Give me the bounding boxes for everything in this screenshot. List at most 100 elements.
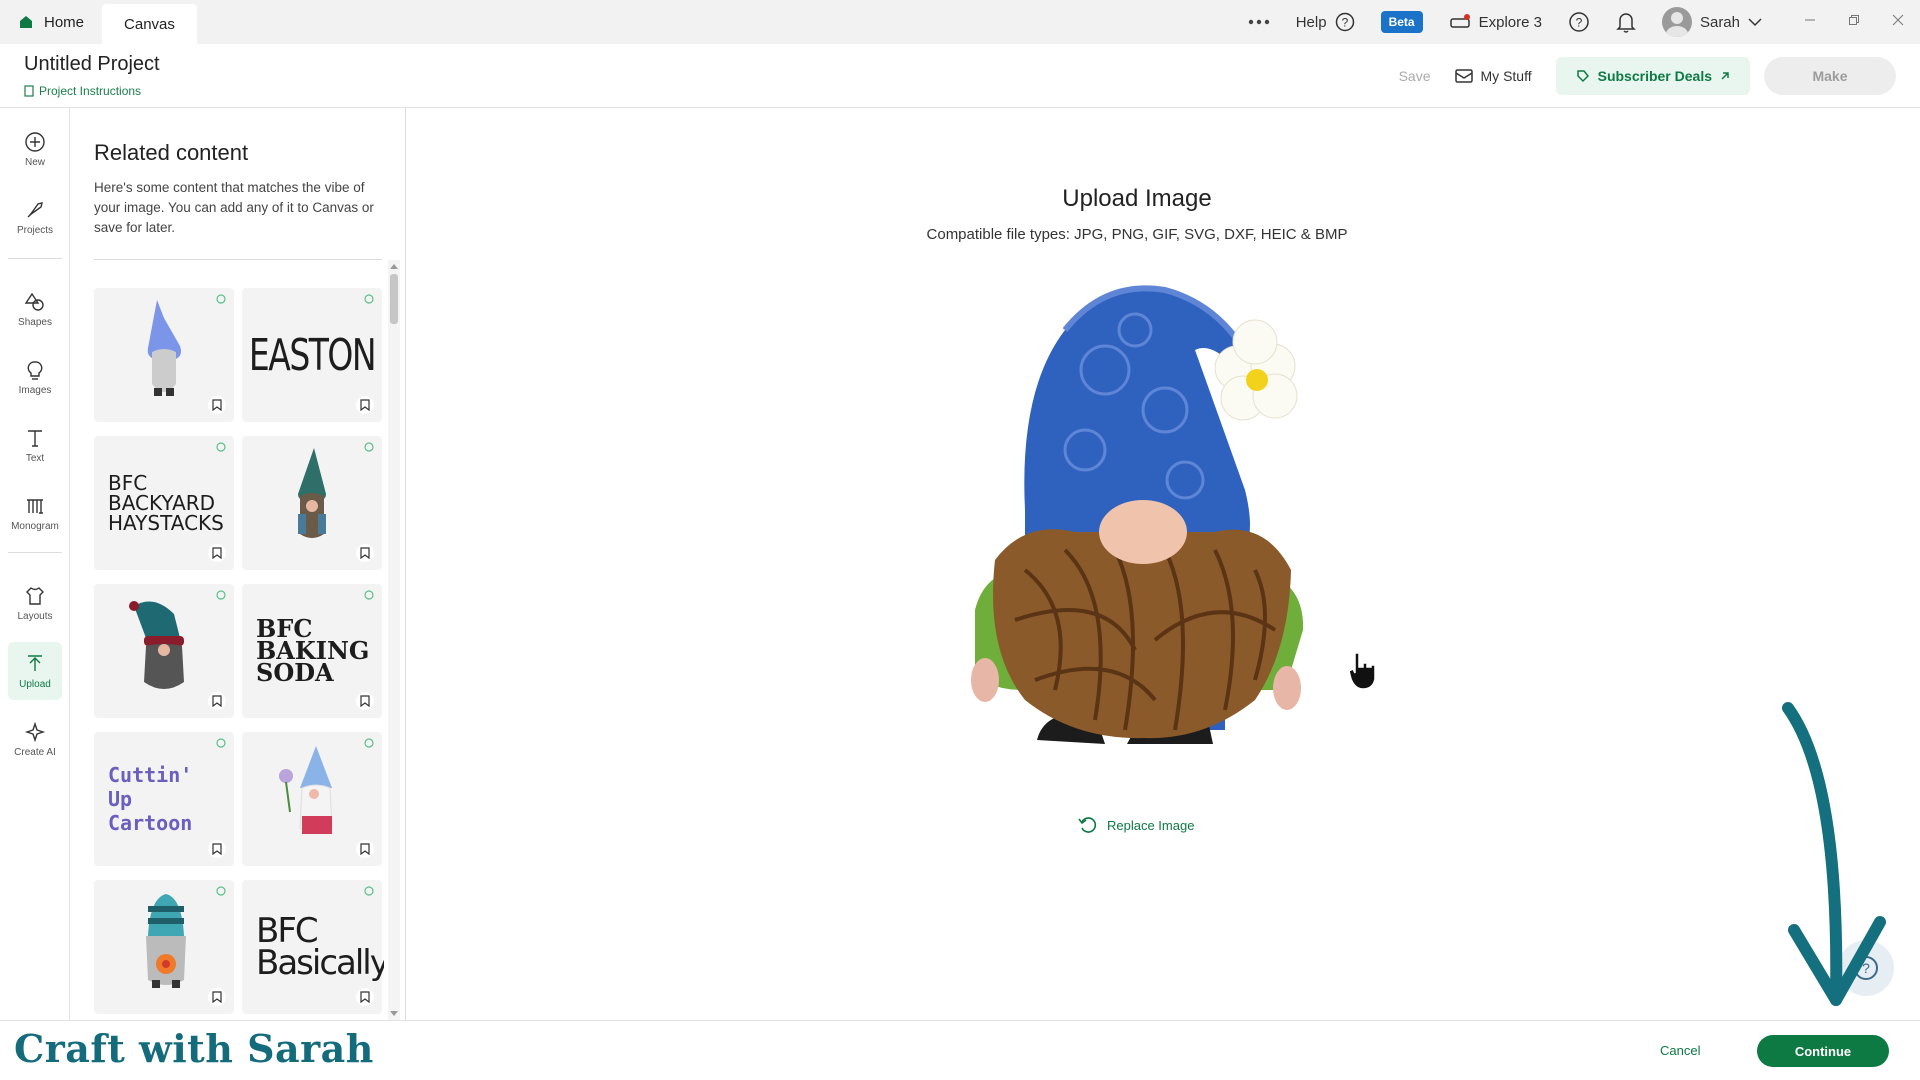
rail-monogram[interactable]: Monogram — [0, 484, 70, 542]
bookmark-button[interactable] — [208, 396, 226, 414]
related-content-panel: Related content Here's some content that… — [70, 108, 406, 1020]
subscriber-lock-icon — [364, 738, 374, 748]
bookmark-icon — [360, 547, 370, 559]
svg-text:?: ? — [1576, 16, 1583, 30]
user-menu[interactable]: Sarah — [1661, 7, 1762, 37]
my-stuff-label: My Stuff — [1480, 68, 1532, 84]
rail-text-label: Text — [25, 452, 45, 464]
machine-icon — [1449, 14, 1470, 28]
related-card-font-backyard-haystacks[interactable]: BFC BACKYARD HAYSTACKS — [94, 436, 234, 570]
bookmark-icon — [212, 843, 222, 855]
question-bubble-icon: ? — [1569, 12, 1589, 32]
rail-text[interactable]: Text — [0, 416, 70, 474]
cancel-button[interactable]: Cancel — [1660, 1043, 1700, 1058]
bookmark-button[interactable] — [356, 544, 374, 562]
refresh-icon — [1078, 817, 1097, 833]
rail-upload[interactable]: Upload — [8, 642, 62, 700]
external-arrow-icon — [1721, 72, 1729, 80]
svg-text:?: ? — [1341, 16, 1348, 30]
bookmark-icon — [360, 843, 370, 855]
support-button[interactable]: ? — [1568, 11, 1590, 33]
related-card-teal-gnome[interactable] — [242, 436, 382, 570]
tab-canvas[interactable]: Canvas — [102, 4, 197, 44]
make-button[interactable]: Make — [1764, 57, 1896, 95]
related-card-red-hat-gnome[interactable] — [94, 584, 234, 718]
monogram-icon — [27, 498, 43, 514]
continue-button[interactable]: Continue — [1757, 1035, 1889, 1067]
hand-pointer-icon — [1348, 652, 1376, 690]
related-card-blue-gnome[interactable] — [94, 288, 234, 422]
rail-projects-label: Projects — [16, 224, 54, 236]
minimize-icon — [1805, 19, 1815, 21]
shapes-icon — [24, 292, 44, 311]
panel-scrollbar[interactable] — [388, 260, 400, 1020]
project-instructions-link[interactable]: Project Instructions — [24, 84, 141, 98]
bookmark-icon — [360, 695, 370, 707]
beta-badge[interactable]: Beta — [1380, 11, 1423, 33]
top-tab-bar: Home Canvas Help ? Beta Explore 3 ? Sara… — [0, 0, 1920, 44]
tab-home[interactable]: Home — [0, 0, 102, 44]
bookmark-button[interactable] — [356, 988, 374, 1006]
plus-circle-icon — [25, 131, 45, 152]
more-options-button[interactable] — [1248, 19, 1270, 25]
related-card-font-baking-soda[interactable]: BFC BAKING SODA — [242, 584, 382, 718]
annotation-arrow-icon — [1782, 702, 1886, 1006]
explore-label: Explore 3 — [1478, 13, 1542, 31]
avatar — [1661, 7, 1692, 37]
rail-shapes[interactable]: Shapes — [0, 280, 70, 338]
bookmark-button[interactable] — [208, 692, 226, 710]
rail-projects[interactable]: Projects — [0, 188, 70, 246]
related-card-flower-gnome[interactable] — [242, 732, 382, 866]
rail-shapes-label: Shapes — [18, 316, 52, 328]
scroll-up-arrow[interactable] — [390, 264, 398, 269]
brand-watermark: Craft with Sarah — [14, 1026, 374, 1071]
explore-machine-button[interactable]: Explore 3 — [1449, 13, 1542, 31]
tag-icon — [1576, 70, 1589, 83]
related-card-font-cuttin-up-cartoon[interactable]: Cuttin' Up Cartoon — [94, 732, 234, 866]
rail-monogram-label: Monogram — [11, 520, 59, 532]
related-card-striped-gnome[interactable] — [94, 880, 234, 1014]
related-content-grid: EASTON BFC BACKYARD HAYSTACKS BFC BAKING… — [94, 288, 384, 1018]
subscriber-lock-icon — [216, 886, 226, 896]
notifications-button[interactable] — [1616, 11, 1636, 33]
restore-window-button[interactable] — [1832, 13, 1876, 31]
panel-title: Related content — [94, 140, 249, 165]
subscriber-lock-icon — [364, 442, 374, 452]
home-icon — [20, 16, 32, 28]
save-button[interactable]: Save — [1399, 68, 1431, 84]
bookmark-button[interactable] — [208, 544, 226, 562]
rail-layouts[interactable]: Layouts — [0, 574, 70, 632]
subscriber-deals-button[interactable]: Subscriber Deals — [1555, 57, 1750, 95]
bookmark-icon — [212, 695, 222, 707]
question-circle-icon: ? — [1335, 12, 1354, 32]
project-title[interactable]: Untitled Project — [24, 53, 160, 76]
compatible-file-types: Compatible file types: JPG, PNG, GIF, SV… — [926, 226, 1348, 243]
bookmark-button[interactable] — [208, 840, 226, 858]
text-icon — [28, 429, 42, 447]
scroll-down-arrow[interactable] — [390, 1011, 398, 1016]
help-button[interactable]: Help ? — [1296, 12, 1355, 32]
subscriber-lock-icon — [364, 294, 374, 304]
minimize-window-button[interactable] — [1788, 13, 1832, 31]
related-card-font-easton[interactable]: EASTON — [242, 288, 382, 422]
replace-image-button[interactable]: Replace Image — [1077, 814, 1194, 836]
bookmark-button[interactable] — [208, 988, 226, 1006]
close-icon — [1892, 14, 1904, 26]
bookmark-button[interactable] — [356, 396, 374, 414]
bookmark-button[interactable] — [356, 840, 374, 858]
subscriber-lock-icon — [216, 294, 226, 304]
close-window-button[interactable] — [1876, 13, 1920, 31]
rail-create-ai-label: Create AI — [14, 746, 56, 758]
scroll-thumb[interactable] — [390, 274, 398, 324]
rail-images[interactable]: Images — [0, 348, 70, 406]
subscriber-lock-icon — [216, 590, 226, 600]
bookmark-button[interactable] — [356, 692, 374, 710]
related-card-font-basically[interactable]: BFC Basically — [242, 880, 384, 1014]
rail-new[interactable]: New — [0, 120, 70, 178]
footer-bar: Craft with Sarah Cancel Continue — [0, 1020, 1920, 1080]
rail-create-ai[interactable]: Create AI — [0, 710, 70, 768]
user-name: Sarah — [1699, 13, 1740, 31]
subscriber-lock-icon — [364, 886, 374, 896]
my-stuff-button[interactable]: My Stuff — [1454, 68, 1532, 84]
subscriber-lock-icon — [216, 442, 226, 452]
